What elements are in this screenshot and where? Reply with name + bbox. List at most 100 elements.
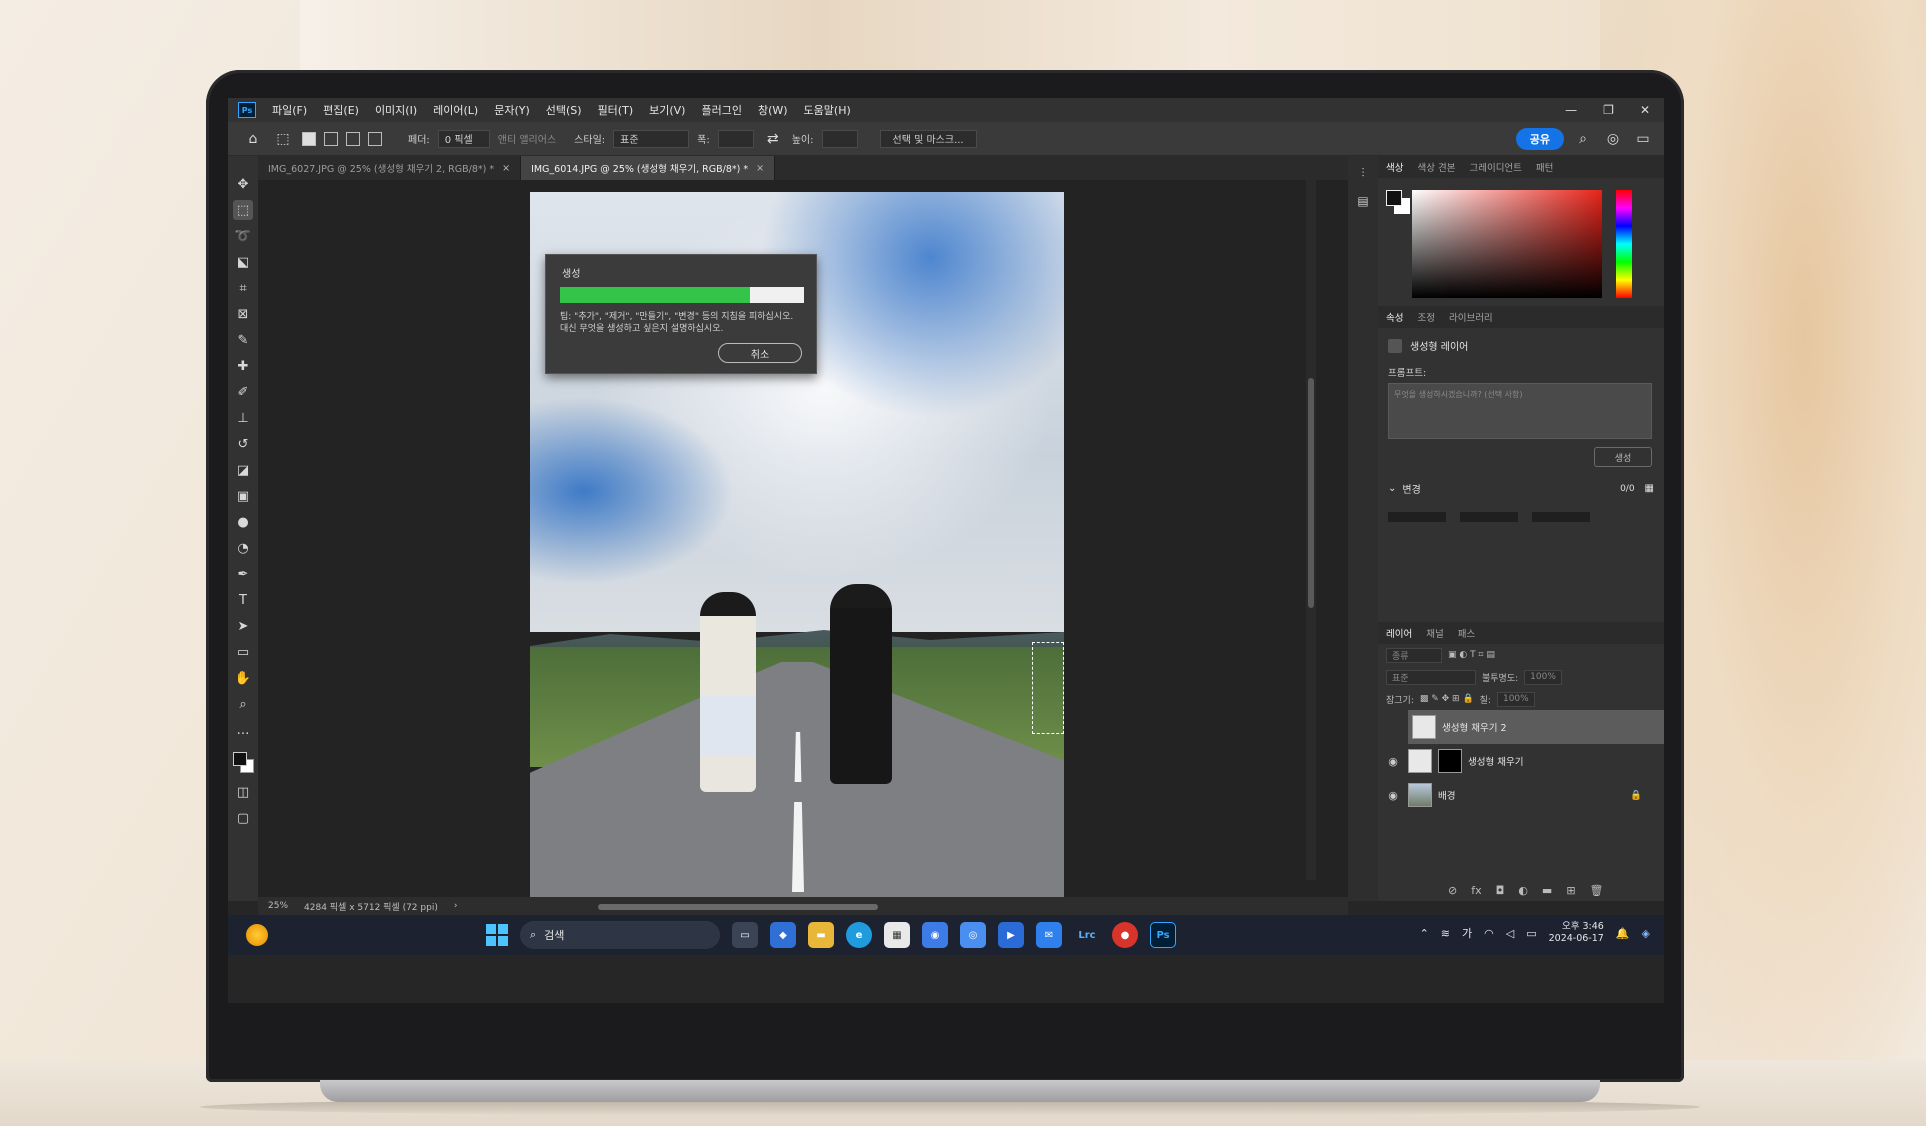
grid-view-icon[interactable]: ▦ [1645, 483, 1654, 494]
variation-thumb[interactable] [1532, 512, 1590, 522]
horizontal-scroll-thumb[interactable] [598, 904, 878, 910]
pen-icon[interactable]: ✒ [233, 564, 253, 584]
taskbar-search[interactable]: ⌕ 검색 [520, 921, 720, 949]
tab-paths[interactable]: 패스 [1458, 626, 1475, 640]
menu-plugins[interactable]: 플러그인 [693, 102, 749, 118]
add-selection-icon[interactable] [324, 131, 338, 146]
menu-view[interactable]: 보기(V) [641, 102, 693, 118]
mail-icon[interactable]: ✉ [1036, 922, 1062, 948]
layer-name[interactable]: 생성형 채우기 [1468, 754, 1523, 768]
fill-input[interactable]: 100% [1496, 691, 1535, 707]
menu-file[interactable]: 파일(F) [264, 102, 315, 118]
eyedropper-icon[interactable]: ✎ [233, 330, 253, 350]
history-panel-icon[interactable]: ⫶ [1353, 166, 1373, 184]
input-language[interactable]: 가 [1462, 925, 1472, 941]
quick-mask-icon[interactable]: ◫ [233, 782, 253, 802]
move-tool-icon[interactable]: ✥ [233, 174, 253, 194]
feather-input[interactable]: 0 픽셀 [437, 129, 490, 148]
tab-gradients[interactable]: 그레이디언트 [1469, 160, 1521, 174]
copilot-icon[interactable]: ◈ [1642, 927, 1650, 940]
edge-icon[interactable]: e [846, 922, 872, 948]
select-and-mask-button[interactable]: 선택 및 마스크... [879, 129, 977, 148]
wifi-icon[interactable]: ◠ [1484, 927, 1494, 940]
zoom-level[interactable]: 25% [268, 901, 288, 911]
dodge-icon[interactable]: ◔ [233, 538, 253, 558]
subtract-selection-icon[interactable] [346, 131, 360, 146]
windows-start-icon[interactable] [486, 924, 508, 946]
variation-thumb[interactable] [1388, 512, 1446, 522]
gradient-icon[interactable]: ▣ [233, 486, 253, 506]
fx-icon[interactable]: fx [1471, 884, 1481, 897]
screen-mode-icon[interactable]: ▢ [233, 808, 253, 828]
more-tools-icon[interactable]: … [233, 720, 253, 740]
minimize-button[interactable]: — [1565, 103, 1577, 117]
opacity-input[interactable]: 100% [1524, 669, 1562, 685]
new-selection-icon[interactable] [302, 131, 316, 146]
swap-dimensions-icon[interactable]: ⇄ [762, 131, 784, 147]
battery-icon[interactable]: ▭ [1526, 927, 1536, 940]
layer-row[interactable]: ◉ 생성형 채우기 [1378, 744, 1664, 778]
trash-icon[interactable]: 🗑 [1590, 884, 1604, 897]
rectangular-marquee-icon[interactable]: ⬚ [233, 200, 253, 220]
tab-patterns[interactable]: 패턴 [1536, 160, 1553, 174]
menu-window[interactable]: 창(W) [750, 102, 796, 118]
canvas-area[interactable]: 생성 팁: "추가", "제거", "만들기", "변경" 등의 지침을 피하십… [258, 180, 1348, 908]
lock-icons[interactable]: ▩ ✎ ✥ ⊞ 🔒 [1420, 694, 1474, 704]
document-size[interactable]: 4284 픽셀 x 5712 픽셀 (72 ppi) [304, 900, 438, 913]
weather-icon[interactable] [246, 924, 268, 946]
blur-icon[interactable]: ● [233, 512, 253, 532]
menu-image[interactable]: 이미지(I) [367, 102, 425, 118]
tab-img-6027[interactable]: IMG_6027.JPG @ 25% (생성형 채우기 2, RGB/8*) *… [258, 156, 522, 180]
healing-brush-icon[interactable]: ✚ [233, 356, 253, 376]
antialias-checkbox[interactable]: 앤티 앨리어스 [498, 131, 556, 146]
search-icon[interactable]: ⌕ [1572, 131, 1594, 147]
link-icon[interactable]: ⊘ [1448, 884, 1457, 897]
frame-icon[interactable]: ⊠ [233, 304, 253, 324]
menu-help[interactable]: 도움말(H) [796, 102, 859, 118]
adjustment-icon[interactable]: ◐ [1518, 884, 1528, 897]
height-input[interactable] [821, 129, 858, 148]
selection-marquee[interactable] [1032, 642, 1064, 734]
clone-stamp-icon[interactable]: ⊥ [233, 408, 253, 428]
menu-filter[interactable]: 필터(T) [590, 102, 642, 118]
close-icon[interactable]: × [502, 163, 510, 174]
layer-name[interactable]: 생성형 채우기 2 [1442, 720, 1507, 734]
prompt-input[interactable]: 무엇을 생성하시겠습니까? (선택 사항) [1388, 383, 1652, 439]
foreground-swatch[interactable] [1386, 190, 1402, 206]
layer-row[interactable]: 생성형 채우기 2 [1408, 710, 1664, 744]
style-select[interactable]: 표준 [613, 129, 690, 148]
app-icon-blue[interactable]: ◉ [922, 922, 948, 948]
home-icon[interactable]: ⌂ [242, 131, 264, 147]
file-explorer-icon[interactable]: ▬ [808, 922, 834, 948]
comments-panel-icon[interactable]: ▤ [1353, 194, 1373, 212]
hand-icon[interactable]: ✋ [233, 668, 253, 688]
path-selection-icon[interactable]: ➤ [233, 616, 253, 636]
foreground-color[interactable] [233, 752, 247, 766]
object-selection-icon[interactable]: ⬕ [233, 252, 253, 272]
folder-icon[interactable]: ▬ [1542, 884, 1552, 897]
tab-img-6014[interactable]: IMG_6014.JPG @ 25% (생성형 채우기, RGB/8*) * × [521, 156, 776, 180]
filter-icons[interactable]: ▣ ◐ T ⌗ ▤ [1448, 650, 1495, 660]
app-icon-lrc[interactable]: Lrc [1074, 922, 1100, 948]
generate-button[interactable]: 생성 [1594, 447, 1652, 467]
history-brush-icon[interactable]: ↺ [233, 434, 253, 454]
hue-slider[interactable] [1616, 190, 1632, 298]
chevron-up-icon[interactable]: ⌃ [1420, 927, 1429, 940]
chevron-down-icon[interactable]: ⌄ [1388, 483, 1396, 494]
type-icon[interactable]: T [233, 590, 253, 610]
tab-color[interactable]: 색상 [1386, 160, 1403, 174]
menu-layer[interactable]: 레이어(L) [425, 102, 486, 118]
width-input[interactable] [717, 129, 754, 148]
layer-filter-select[interactable]: 종류 [1386, 647, 1442, 663]
brush-icon[interactable]: ✐ [233, 382, 253, 402]
network-icon[interactable]: ≋ [1441, 927, 1450, 940]
tab-swatches[interactable]: 색상 견본 [1417, 160, 1455, 174]
volume-icon[interactable]: ◁ [1506, 927, 1514, 940]
workspace-icon[interactable]: ▭ [1632, 131, 1654, 147]
vertical-scroll-thumb[interactable] [1308, 378, 1314, 608]
chevron-right-icon[interactable]: › [454, 901, 458, 911]
maximize-button[interactable]: ❐ [1603, 103, 1614, 117]
intersect-selection-icon[interactable] [368, 131, 382, 146]
store-icon[interactable]: ▦ [884, 922, 910, 948]
app-icon-video[interactable]: ▶ [998, 922, 1024, 948]
